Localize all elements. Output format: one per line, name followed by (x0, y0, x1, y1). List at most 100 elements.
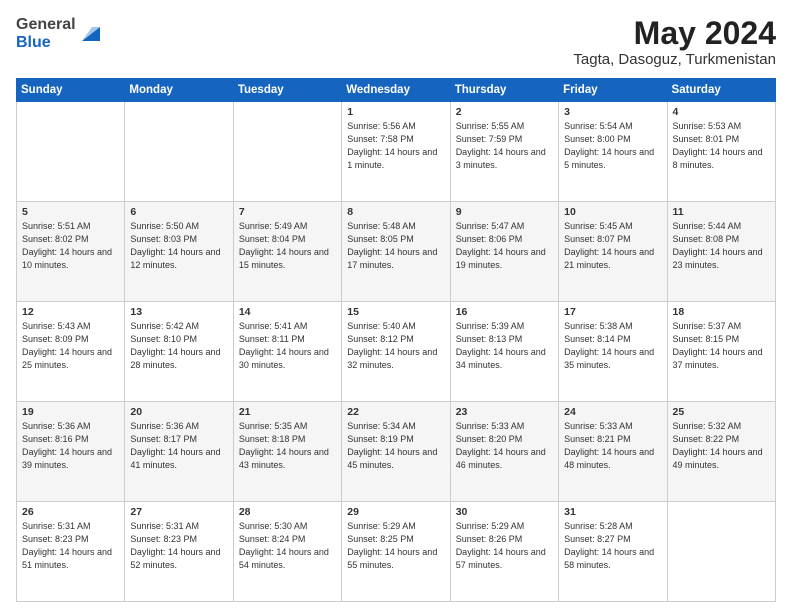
weekday-header: Thursday (450, 79, 558, 102)
day-number: 14 (239, 306, 336, 318)
day-number: 1 (347, 106, 444, 118)
day-number: 7 (239, 206, 336, 218)
day-info: Sunrise: 5:33 AMSunset: 8:20 PMDaylight:… (456, 420, 553, 472)
day-info: Sunrise: 5:41 AMSunset: 8:11 PMDaylight:… (239, 320, 336, 372)
calendar-cell: 8 Sunrise: 5:48 AMSunset: 8:05 PMDayligh… (342, 202, 450, 302)
calendar-cell: 6 Sunrise: 5:50 AMSunset: 8:03 PMDayligh… (125, 202, 233, 302)
day-info: Sunrise: 5:35 AMSunset: 8:18 PMDaylight:… (239, 420, 336, 472)
day-info: Sunrise: 5:47 AMSunset: 8:06 PMDaylight:… (456, 220, 553, 272)
calendar-cell: 26 Sunrise: 5:31 AMSunset: 8:23 PMDaylig… (17, 502, 125, 602)
calendar-cell: 28 Sunrise: 5:30 AMSunset: 8:24 PMDaylig… (233, 502, 341, 602)
calendar-cell: 3 Sunrise: 5:54 AMSunset: 8:00 PMDayligh… (559, 102, 667, 202)
weekday-header-row: SundayMondayTuesdayWednesdayThursdayFrid… (17, 79, 776, 102)
day-number: 10 (564, 206, 661, 218)
calendar-cell (17, 102, 125, 202)
calendar-week-row: 12 Sunrise: 5:43 AMSunset: 8:09 PMDaylig… (17, 302, 776, 402)
day-info: Sunrise: 5:33 AMSunset: 8:21 PMDaylight:… (564, 420, 661, 472)
day-number: 24 (564, 406, 661, 418)
day-info: Sunrise: 5:39 AMSunset: 8:13 PMDaylight:… (456, 320, 553, 372)
day-number: 22 (347, 406, 444, 418)
calendar-table: SundayMondayTuesdayWednesdayThursdayFrid… (16, 78, 776, 602)
day-number: 11 (673, 206, 770, 218)
day-info: Sunrise: 5:37 AMSunset: 8:15 PMDaylight:… (673, 320, 770, 372)
calendar-week-row: 26 Sunrise: 5:31 AMSunset: 8:23 PMDaylig… (17, 502, 776, 602)
day-info: Sunrise: 5:32 AMSunset: 8:22 PMDaylight:… (673, 420, 770, 472)
day-info: Sunrise: 5:31 AMSunset: 8:23 PMDaylight:… (22, 520, 119, 572)
day-number: 15 (347, 306, 444, 318)
calendar-cell: 12 Sunrise: 5:43 AMSunset: 8:09 PMDaylig… (17, 302, 125, 402)
day-info: Sunrise: 5:36 AMSunset: 8:16 PMDaylight:… (22, 420, 119, 472)
calendar-cell: 11 Sunrise: 5:44 AMSunset: 8:08 PMDaylig… (667, 202, 775, 302)
calendar-cell: 13 Sunrise: 5:42 AMSunset: 8:10 PMDaylig… (125, 302, 233, 402)
day-number: 23 (456, 406, 553, 418)
day-number: 21 (239, 406, 336, 418)
calendar-cell: 18 Sunrise: 5:37 AMSunset: 8:15 PMDaylig… (667, 302, 775, 402)
logo-blue: Blue (16, 34, 76, 52)
calendar-cell: 23 Sunrise: 5:33 AMSunset: 8:20 PMDaylig… (450, 402, 558, 502)
day-info: Sunrise: 5:53 AMSunset: 8:01 PMDaylight:… (673, 120, 770, 172)
day-info: Sunrise: 5:44 AMSunset: 8:08 PMDaylight:… (673, 220, 770, 272)
day-number: 3 (564, 106, 661, 118)
day-number: 29 (347, 506, 444, 518)
weekday-header: Wednesday (342, 79, 450, 102)
weekday-header: Tuesday (233, 79, 341, 102)
day-number: 28 (239, 506, 336, 518)
calendar-week-row: 1 Sunrise: 5:56 AMSunset: 7:58 PMDayligh… (17, 102, 776, 202)
calendar-cell: 2 Sunrise: 5:55 AMSunset: 7:59 PMDayligh… (450, 102, 558, 202)
weekday-header: Sunday (17, 79, 125, 102)
calendar-cell: 24 Sunrise: 5:33 AMSunset: 8:21 PMDaylig… (559, 402, 667, 502)
day-info: Sunrise: 5:42 AMSunset: 8:10 PMDaylight:… (130, 320, 227, 372)
day-info: Sunrise: 5:29 AMSunset: 8:26 PMDaylight:… (456, 520, 553, 572)
calendar-cell (125, 102, 233, 202)
day-number: 20 (130, 406, 227, 418)
calendar-cell: 16 Sunrise: 5:39 AMSunset: 8:13 PMDaylig… (450, 302, 558, 402)
day-info: Sunrise: 5:30 AMSunset: 8:24 PMDaylight:… (239, 520, 336, 572)
day-number: 5 (22, 206, 119, 218)
calendar-cell (233, 102, 341, 202)
calendar-cell: 22 Sunrise: 5:34 AMSunset: 8:19 PMDaylig… (342, 402, 450, 502)
page: General Blue May 2024 Tagta, Dasoguz, Tu… (0, 0, 792, 612)
day-info: Sunrise: 5:56 AMSunset: 7:58 PMDaylight:… (347, 120, 444, 172)
day-number: 26 (22, 506, 119, 518)
calendar-cell: 10 Sunrise: 5:45 AMSunset: 8:07 PMDaylig… (559, 202, 667, 302)
logo-general: General (16, 16, 76, 34)
weekday-header: Monday (125, 79, 233, 102)
day-info: Sunrise: 5:50 AMSunset: 8:03 PMDaylight:… (130, 220, 227, 272)
day-info: Sunrise: 5:28 AMSunset: 8:27 PMDaylight:… (564, 520, 661, 572)
day-info: Sunrise: 5:49 AMSunset: 8:04 PMDaylight:… (239, 220, 336, 272)
day-number: 9 (456, 206, 553, 218)
calendar-cell: 17 Sunrise: 5:38 AMSunset: 8:14 PMDaylig… (559, 302, 667, 402)
day-number: 4 (673, 106, 770, 118)
day-number: 16 (456, 306, 553, 318)
calendar-cell: 31 Sunrise: 5:28 AMSunset: 8:27 PMDaylig… (559, 502, 667, 602)
day-number: 25 (673, 406, 770, 418)
day-number: 12 (22, 306, 119, 318)
day-info: Sunrise: 5:31 AMSunset: 8:23 PMDaylight:… (130, 520, 227, 572)
calendar-cell: 21 Sunrise: 5:35 AMSunset: 8:18 PMDaylig… (233, 402, 341, 502)
calendar-cell: 19 Sunrise: 5:36 AMSunset: 8:16 PMDaylig… (17, 402, 125, 502)
day-number: 6 (130, 206, 227, 218)
calendar-cell: 15 Sunrise: 5:40 AMSunset: 8:12 PMDaylig… (342, 302, 450, 402)
day-info: Sunrise: 5:40 AMSunset: 8:12 PMDaylight:… (347, 320, 444, 372)
day-info: Sunrise: 5:36 AMSunset: 8:17 PMDaylight:… (130, 420, 227, 472)
day-info: Sunrise: 5:54 AMSunset: 8:00 PMDaylight:… (564, 120, 661, 172)
calendar-cell: 30 Sunrise: 5:29 AMSunset: 8:26 PMDaylig… (450, 502, 558, 602)
calendar-cell: 4 Sunrise: 5:53 AMSunset: 8:01 PMDayligh… (667, 102, 775, 202)
location: Tagta, Dasoguz, Turkmenistan (573, 51, 776, 68)
day-info: Sunrise: 5:34 AMSunset: 8:19 PMDaylight:… (347, 420, 444, 472)
header: General Blue May 2024 Tagta, Dasoguz, Tu… (16, 16, 776, 68)
day-info: Sunrise: 5:55 AMSunset: 7:59 PMDaylight:… (456, 120, 553, 172)
day-info: Sunrise: 5:29 AMSunset: 8:25 PMDaylight:… (347, 520, 444, 572)
day-info: Sunrise: 5:43 AMSunset: 8:09 PMDaylight:… (22, 320, 119, 372)
month-year: May 2024 (573, 16, 776, 51)
day-number: 13 (130, 306, 227, 318)
calendar-week-row: 5 Sunrise: 5:51 AMSunset: 8:02 PMDayligh… (17, 202, 776, 302)
day-number: 18 (673, 306, 770, 318)
calendar-cell: 25 Sunrise: 5:32 AMSunset: 8:22 PMDaylig… (667, 402, 775, 502)
logo-triangle-icon (78, 23, 100, 45)
day-number: 31 (564, 506, 661, 518)
calendar-cell: 9 Sunrise: 5:47 AMSunset: 8:06 PMDayligh… (450, 202, 558, 302)
day-info: Sunrise: 5:38 AMSunset: 8:14 PMDaylight:… (564, 320, 661, 372)
weekday-header: Friday (559, 79, 667, 102)
day-number: 17 (564, 306, 661, 318)
